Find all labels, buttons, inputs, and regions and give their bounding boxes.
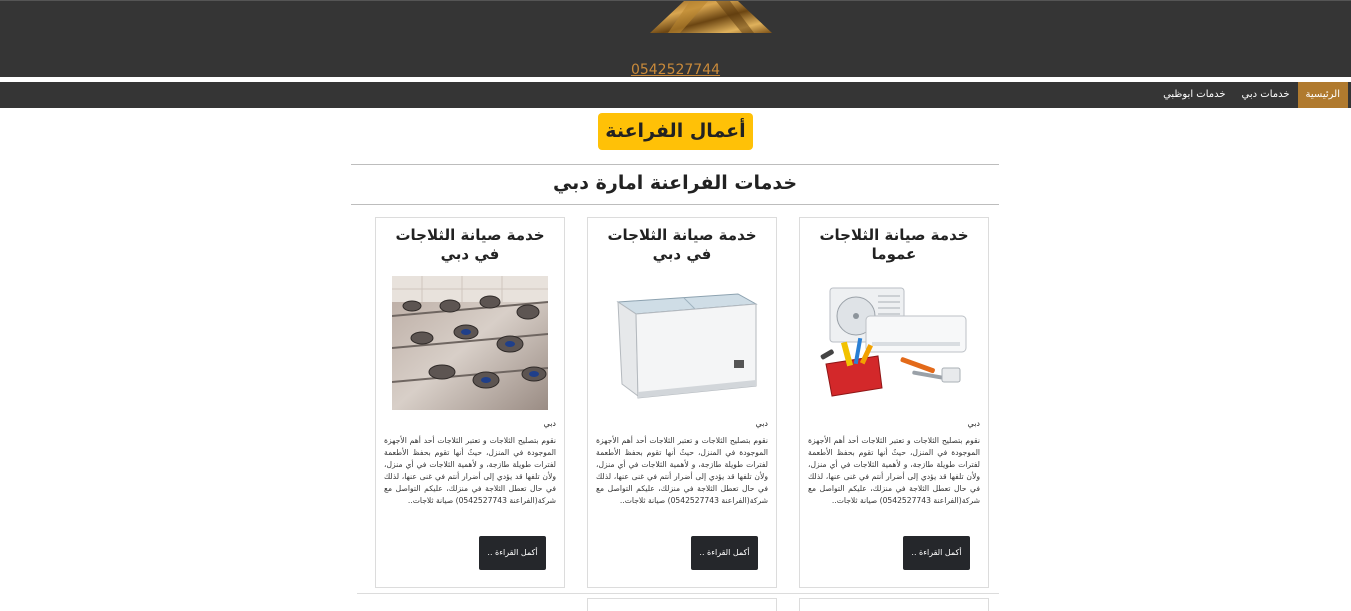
phone-link[interactable]: 0542527744 xyxy=(631,62,720,78)
service-card: خدمة صيانة الثلاجات في دبي دبي نقوم بتصل… xyxy=(375,217,565,588)
service-card-next xyxy=(799,598,989,611)
card-title[interactable]: خدمة صيانة الثلاجات عموما xyxy=(808,226,980,264)
card-title[interactable]: خدمة صيانة الثلاجات في دبي xyxy=(384,226,556,264)
divider-bottom xyxy=(351,204,999,205)
phone-number-wrap: 0542527744 xyxy=(0,59,1351,78)
section-title: خدمات الفراعنة امارة دبي xyxy=(552,172,798,194)
card-tag[interactable]: دبي xyxy=(756,419,768,428)
card-tag[interactable]: دبي xyxy=(544,419,556,428)
card-tag[interactable]: دبي xyxy=(968,419,980,428)
read-more-button[interactable]: أكمل القراءة .. xyxy=(479,536,546,570)
nav-item-dubai-services[interactable]: خدمات دبي xyxy=(1234,82,1298,108)
service-card-next xyxy=(587,598,777,611)
pharaoh-logo[interactable] xyxy=(650,1,772,33)
main-navbar: الرئيسية خدمات دبي خدمات ابوظبي xyxy=(0,82,1351,108)
chest-freezer-image[interactable] xyxy=(604,276,760,410)
card-excerpt: نقوم بتصليح الثلاجات و تعتبر الثلاجات أح… xyxy=(596,436,768,505)
site-header: 0542527744 xyxy=(0,0,1351,78)
gas-stove-image[interactable] xyxy=(392,276,548,410)
row-divider xyxy=(357,593,999,594)
card-title[interactable]: خدمة صيانة الثلاجات في دبي xyxy=(596,226,768,264)
read-more-button[interactable]: أكمل القراءة .. xyxy=(691,536,758,570)
brand-wrap: أعمال الفراعنة xyxy=(0,113,1351,150)
nav-item-home[interactable]: الرئيسية xyxy=(1297,82,1348,108)
card-excerpt: نقوم بتصليح الثلاجات و تعتبر الثلاجات أح… xyxy=(384,436,556,505)
service-card: خدمة صيانة الثلاجات في دبي دبي نقوم بتصل… xyxy=(587,217,777,588)
brand-badge[interactable]: أعمال الفراعنة xyxy=(598,113,753,150)
ac-unit-tools-image[interactable] xyxy=(816,276,972,410)
card-excerpt: نقوم بتصليح الثلاجات و تعتبر الثلاجات أح… xyxy=(808,436,980,505)
service-card: خدمة صيانة الثلاجات عموما دبي نقوم بتصلي… xyxy=(799,217,989,588)
nav-list: الرئيسية خدمات دبي خدمات ابوظبي xyxy=(1155,82,1348,108)
read-more-button[interactable]: أكمل القراءة .. xyxy=(903,536,970,570)
divider-top xyxy=(351,164,999,165)
nav-item-abudhabi-services[interactable]: خدمات ابوظبي xyxy=(1155,82,1233,108)
